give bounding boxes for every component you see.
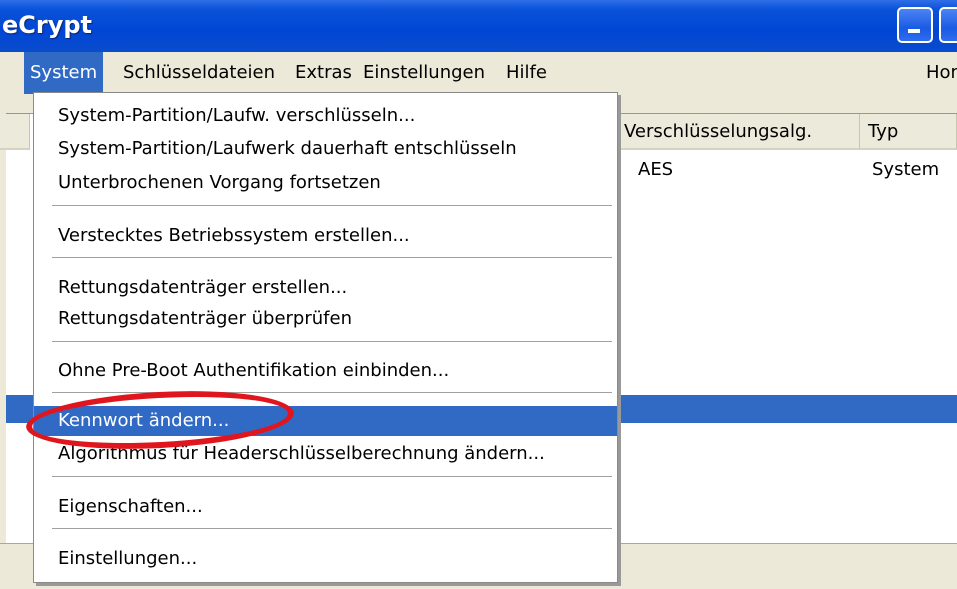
minimize-button[interactable] [897, 7, 933, 43]
menu-separator [52, 257, 612, 259]
column-header-algorithm[interactable]: Verschlüsselungsalg. [616, 114, 860, 150]
menu-help[interactable]: Hilfe [500, 52, 553, 94]
menu-item-preferences[interactable]: Einstellungen... [34, 544, 617, 574]
column-header-type[interactable]: Typ [860, 114, 957, 150]
system-menu-dropdown: System-Partition/Laufw. verschlüsseln...… [33, 92, 618, 583]
window-title: eCrypt [2, 11, 93, 39]
menu-item-create-hidden-os[interactable]: Verstecktes Betriebssystem erstellen... [34, 221, 617, 251]
menu-item-verify-rescue-disk[interactable]: Rettungsdatenträger überprüfen [34, 304, 617, 334]
menu-item-mount-without-preboot[interactable]: Ohne Pre-Boot Authentifikation einbinden… [34, 356, 617, 386]
menu-separator [52, 205, 612, 207]
menu-homepage-link[interactable]: Hom [920, 52, 957, 94]
menu-separator [52, 341, 612, 343]
menu-system[interactable]: System [24, 52, 104, 94]
cell-type: System [872, 159, 940, 180]
title-bar[interactable]: eCrypt [0, 0, 957, 52]
menu-item-create-rescue-disk[interactable]: Rettungsdatenträger erstellen... [34, 273, 617, 303]
menu-item-resume-process[interactable]: Unterbrochenen Vorgang fortsetzen [34, 168, 617, 198]
cell-algorithm: AES [638, 159, 674, 180]
maximize-button[interactable] [939, 7, 957, 43]
menu-separator [52, 528, 612, 530]
menu-separator [52, 476, 612, 478]
menu-item-properties[interactable]: Eigenschaften... [34, 492, 617, 522]
menu-item-decrypt-system[interactable]: System-Partition/Laufwerk dauerhaft ents… [34, 134, 617, 164]
menu-item-encrypt-system[interactable]: System-Partition/Laufw. verschlüsseln... [34, 101, 617, 131]
column-header-left[interactable] [0, 114, 30, 150]
menu-settings[interactable]: Einstellungen [357, 52, 491, 94]
menu-keyfiles[interactable]: Schlüsseldateien [117, 52, 281, 94]
menu-extras[interactable]: Extras [289, 52, 358, 94]
